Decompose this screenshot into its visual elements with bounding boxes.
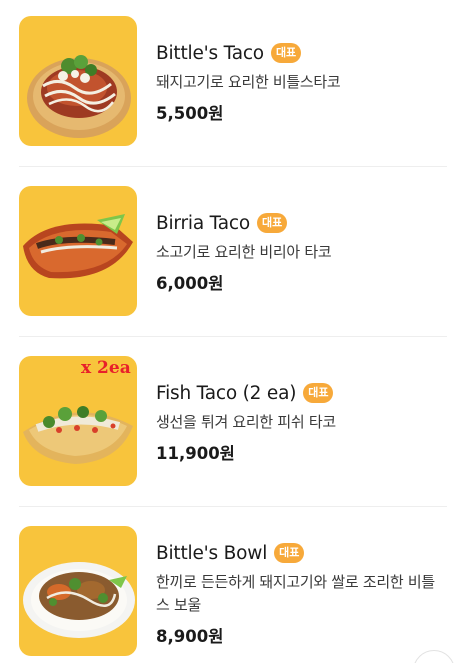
- menu-item-description: 돼지고기로 요리한 비틀스타코: [156, 73, 341, 91]
- signature-badge: 대표: [270, 43, 302, 63]
- divider: [19, 506, 447, 507]
- bittles-taco-image[interactable]: [19, 16, 137, 146]
- menu-item-name: Bittle's Bowl: [156, 542, 268, 564]
- menu-item-bittles-taco[interactable]: Bittle's Taco 대표 돼지고기로 요리한 비틀스타코 5,500원: [0, 0, 466, 170]
- bittles-taco-info: Bittle's Taco 대표 돼지고기로 요리한 비틀스타코 5,500원: [156, 40, 456, 124]
- signature-badge: 대표: [303, 383, 334, 403]
- divider: [19, 336, 447, 337]
- menu-item-birria-taco[interactable]: Birria Taco 대표 소고기로 요리한 비리아 타코 6,000원: [0, 170, 466, 340]
- birria-taco-info: Birria Taco 대표 소고기로 요리한 비리아 타코 6,000원: [156, 210, 456, 294]
- signature-badge: 대표: [274, 543, 305, 563]
- menu-item-name: Birria Taco: [156, 212, 250, 234]
- menu-item-price: 5,500원: [156, 104, 224, 123]
- bittles-bowl-info: Bittle's Bowl 대표 한끼로 든든하게 돼지고기와 쌀로 조리한 비…: [156, 540, 456, 647]
- fish-taco-info: Fish Taco (2 ea) 대표 생선을 튀겨 요리한 피쉬 타코 11,…: [156, 380, 456, 464]
- menu-item-price: 8,900원: [156, 627, 224, 646]
- menu-item-price: 6,000원: [156, 274, 224, 293]
- menu-item-description: 한끼로 든든하게 돼지고기와 쌀로 조리한 비틀스 보울: [156, 573, 435, 614]
- menu-item-bittles-bowl[interactable]: Bittle's Bowl 대표 한끼로 든든하게 돼지고기와 쌀로 조리한 비…: [0, 510, 466, 663]
- signature-badge: 대표: [256, 213, 288, 233]
- menu-item-description: 소고기로 요리한 비리아 타코: [156, 243, 332, 261]
- menu-item-price: 11,900원: [156, 444, 235, 463]
- quantity-overlay-label: x 2ea: [81, 358, 131, 378]
- menu-list: Bittle's Taco 대표 돼지고기로 요리한 비틀스타코 5,500원: [0, 0, 466, 663]
- menu-item-name: Fish Taco (2 ea): [156, 382, 297, 404]
- menu-item-name: Bittle's Taco: [156, 42, 264, 64]
- menu-item-fish-taco[interactable]: x 2ea Fish Taco (2 ea) 대표 생선을 튀겨 요리한 피쉬 …: [0, 340, 466, 510]
- birria-taco-image[interactable]: [19, 186, 137, 316]
- bittles-bowl-image[interactable]: [19, 526, 137, 656]
- menu-item-description: 생선을 튀겨 요리한 피쉬 타코: [156, 413, 336, 431]
- divider: [19, 166, 447, 167]
- fish-taco-image[interactable]: x 2ea: [19, 356, 137, 486]
